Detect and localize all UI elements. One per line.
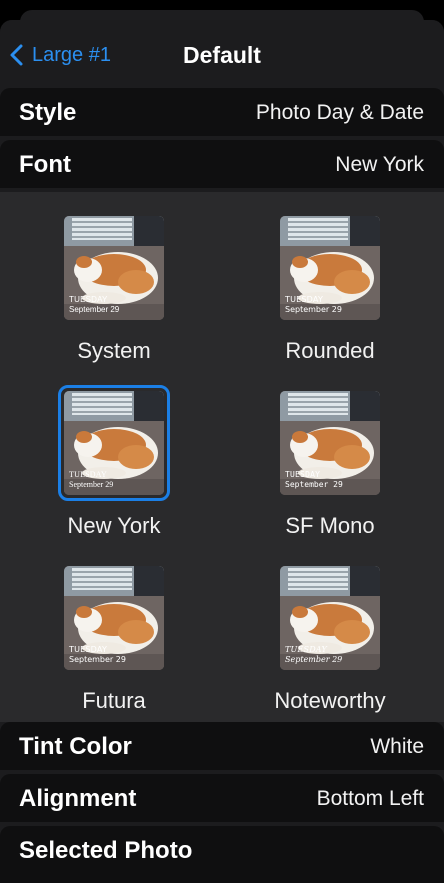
alignment-row[interactable]: Alignment Bottom Left bbox=[0, 774, 444, 822]
thumbnail-date: September 29 bbox=[285, 655, 343, 664]
navigation-bar: Large #1 Default bbox=[0, 20, 444, 88]
font-thumbnail: TUESDAY September 29 bbox=[280, 391, 380, 495]
font-option-label: Futura bbox=[82, 688, 146, 713]
font-row-value: New York bbox=[335, 153, 424, 176]
font-option-rounded[interactable]: TUESDAY September 29 Rounded bbox=[230, 192, 430, 367]
cat-photo-image: TUESDAY September 29 bbox=[280, 216, 380, 320]
font-option-noteworthy[interactable]: TUESDAY September 29 Noteworthy bbox=[230, 542, 430, 717]
font-option-system[interactable]: TUESDAY September 29 System bbox=[14, 192, 214, 367]
alignment-row-label: Alignment bbox=[19, 785, 137, 812]
cat-photo-image: TUESDAY September 29 bbox=[64, 216, 164, 320]
page-title: Default bbox=[183, 42, 261, 68]
font-option-label: System bbox=[77, 338, 151, 363]
font-option-label: Noteworthy bbox=[274, 688, 386, 713]
cat-photo-image: TUESDAY September 29 bbox=[64, 566, 164, 670]
settings-sheet: Large #1 Default Style Photo Day & Date … bbox=[0, 20, 444, 883]
tint-color-row-label: Tint Color bbox=[19, 733, 132, 760]
cat-photo-image: TUESDAY September 29 bbox=[64, 391, 164, 495]
font-thumbnail: TUESDAY September 29 bbox=[280, 216, 380, 320]
selected-photo-row-label: Selected Photo bbox=[19, 837, 193, 864]
tint-color-row-value: White bbox=[370, 735, 424, 758]
thumbnail-date: September 29 bbox=[285, 480, 343, 489]
font-thumbnail: TUESDAY September 29 bbox=[280, 566, 380, 670]
font-option-futura[interactable]: TUESDAY September 29 Futura bbox=[14, 542, 214, 717]
thumbnail-date: September 29 bbox=[69, 305, 120, 314]
thumbnail-date: September 29 bbox=[69, 480, 114, 489]
font-option-label: SF Mono bbox=[285, 513, 375, 538]
thumbnail-day: TUESDAY bbox=[69, 645, 108, 654]
thumbnail-day: TUESDAY bbox=[285, 470, 321, 479]
thumbnail-day: TUESDAY bbox=[69, 295, 108, 304]
font-option-label: Rounded bbox=[285, 338, 375, 363]
thumbnail-date: September 29 bbox=[69, 655, 126, 664]
alignment-row-value: Bottom Left bbox=[316, 787, 424, 810]
font-picker-grid: TUESDAY September 29 System TUESDAY Sept… bbox=[0, 192, 444, 722]
font-option-sf-mono[interactable]: TUESDAY September 29 SF Mono bbox=[230, 367, 430, 542]
thumbnail-date: September 29 bbox=[285, 305, 342, 314]
font-thumbnail-selected: TUESDAY September 29 bbox=[58, 385, 170, 501]
cat-photo-image: TUESDAY September 29 bbox=[280, 566, 380, 670]
thumbnail-day: TUESDAY bbox=[285, 295, 324, 304]
style-row-value: Photo Day & Date bbox=[255, 101, 424, 124]
style-row[interactable]: Style Photo Day & Date bbox=[0, 88, 444, 136]
font-option-new-york[interactable]: TUESDAY September 29 New York bbox=[14, 367, 214, 542]
font-row[interactable]: Font New York bbox=[0, 140, 444, 188]
selected-photo-row[interactable]: Selected Photo bbox=[0, 826, 444, 883]
font-thumbnail: TUESDAY September 29 bbox=[64, 216, 164, 320]
thumbnail-day: TUESDAY bbox=[69, 470, 107, 479]
tint-color-row[interactable]: Tint Color White bbox=[0, 722, 444, 770]
thumbnail-day: TUESDAY bbox=[285, 645, 327, 654]
font-option-label: New York bbox=[67, 513, 161, 538]
font-row-label: Font bbox=[19, 151, 71, 178]
font-thumbnail: TUESDAY September 29 bbox=[64, 566, 164, 670]
style-row-label: Style bbox=[19, 99, 77, 126]
cat-photo-image: TUESDAY September 29 bbox=[280, 391, 380, 495]
